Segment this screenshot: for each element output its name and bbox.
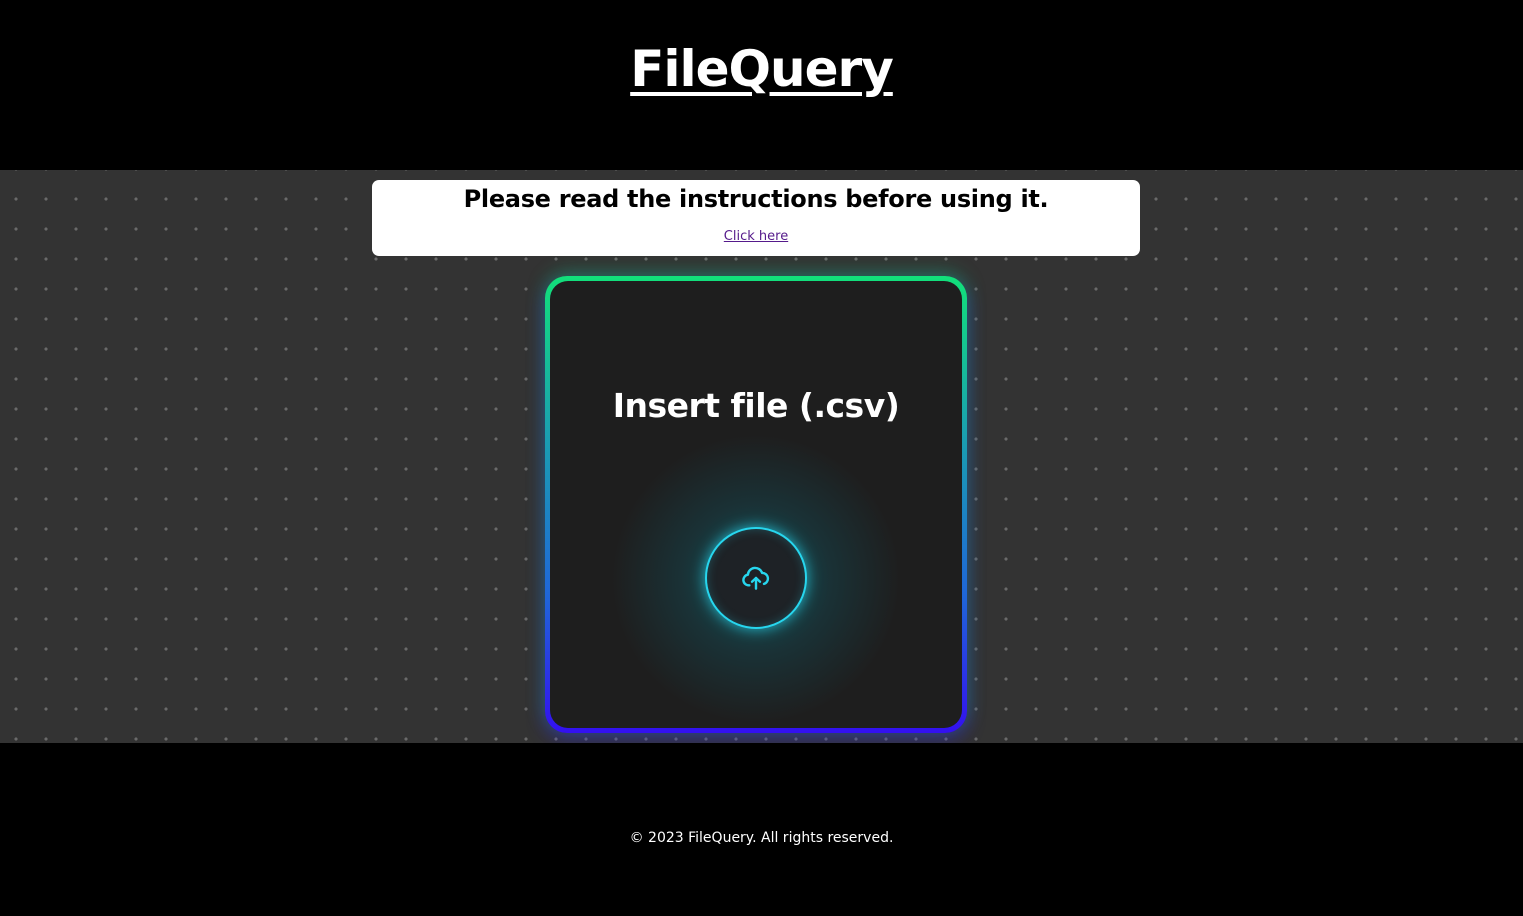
- upload-card-border: Insert file (.csv): [545, 276, 967, 733]
- page-footer: © 2023 FileQuery. All rights reserved.: [0, 743, 1523, 916]
- copyright-text: © 2023 FileQuery. All rights reserved.: [629, 830, 894, 846]
- upload-button[interactable]: [705, 527, 807, 629]
- main-content: Please read the instructions before usin…: [0, 170, 1523, 743]
- instructions-notice: Please read the instructions before usin…: [372, 180, 1140, 256]
- cloud-upload-icon: [742, 566, 770, 590]
- app-title-link[interactable]: FileQuery: [0, 40, 1523, 98]
- instructions-link[interactable]: Click here: [372, 229, 1140, 244]
- upload-card-title: Insert file (.csv): [612, 386, 900, 425]
- instructions-text: Please read the instructions before usin…: [463, 185, 1049, 213]
- page-header: FileQuery: [0, 0, 1523, 170]
- upload-card: Insert file (.csv): [550, 281, 962, 728]
